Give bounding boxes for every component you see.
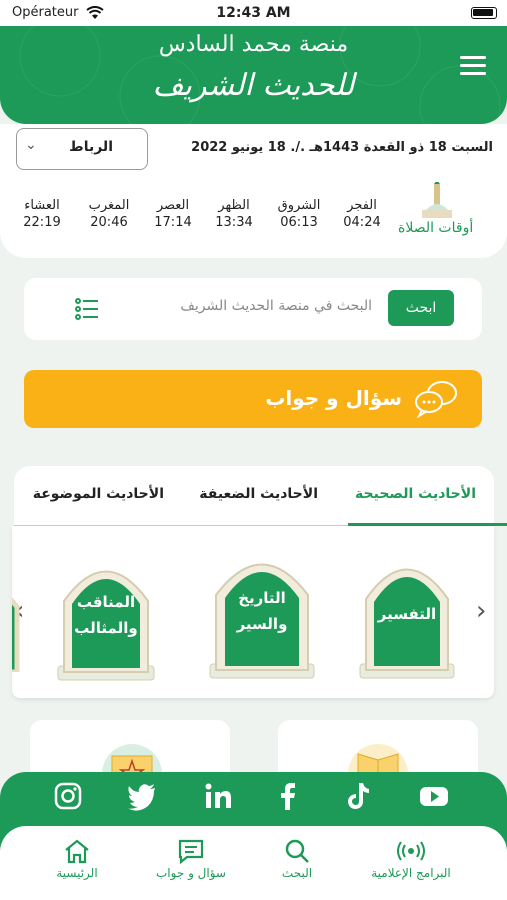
- facebook-icon[interactable]: [272, 780, 304, 812]
- bottom-nav: البرامج الإعلامية البحث سؤال و جواب الرئ…: [0, 826, 507, 900]
- prayer-time-value: 06:13: [280, 215, 318, 230]
- nav-label: البحث: [281, 866, 313, 880]
- prayer-name: العشاء: [24, 198, 60, 213]
- prayer-name: المغرب: [88, 198, 130, 213]
- prayer-times-card: ⌄ الرباط السبت 18 ذو القعدة 1443هـ ./. 1…: [0, 124, 507, 258]
- prayer-time-shuruq: الشروق 06:13: [269, 198, 329, 230]
- tab-fabricated[interactable]: الأحاديث الموضوعة: [33, 486, 164, 502]
- prayer-time-fajr: الفجر 04:24: [332, 198, 392, 230]
- youtube-icon[interactable]: [418, 780, 450, 812]
- category-label: والمثالب: [74, 619, 138, 637]
- list-icon[interactable]: [74, 296, 100, 322]
- nav-item-qa[interactable]: سؤال و جواب: [136, 838, 246, 880]
- date-label: السبت 18 ذو القعدة 1443هـ ./. 18 يونيو 2…: [191, 140, 493, 155]
- prayer-time-asr: العصر 17:14: [143, 198, 203, 230]
- search-input[interactable]: البحث في منصة الحديث الشريف: [180, 298, 372, 314]
- menu-icon: [460, 64, 486, 67]
- status-bar: Opérateur 12:43 AM: [0, 0, 507, 26]
- prayer-name: الظهر: [218, 198, 250, 213]
- nav-label: الرئيسية: [56, 866, 98, 880]
- menu-button[interactable]: [460, 56, 486, 76]
- qa-banner-label: سؤال و جواب: [265, 386, 402, 410]
- tab-authentic[interactable]: الأحاديث الصحيحة: [355, 486, 476, 502]
- instagram-icon[interactable]: [52, 780, 84, 812]
- nav-item-home[interactable]: الرئيسية: [22, 838, 132, 880]
- chevron-down-icon: ⌄: [25, 137, 37, 153]
- header-subtitle: منصة محمد السادس: [158, 32, 349, 57]
- category-card-history[interactable]: التاريخ والسير: [208, 540, 316, 684]
- category-carousel: ‹ › التفسير التاريخ والسير المناقب والمث…: [12, 526, 494, 698]
- category-label: والسير: [236, 615, 288, 633]
- status-time: 12:43 AM: [216, 5, 291, 21]
- home-icon: [65, 839, 89, 864]
- nav-item-search[interactable]: البحث: [242, 838, 352, 880]
- header-title: للحديث الشريف: [152, 68, 355, 103]
- category-card-tafsir[interactable]: التفسير: [358, 544, 456, 684]
- search-card: ابحث البحث في منصة الحديث الشريف: [24, 278, 482, 340]
- nav-label: سؤال و جواب: [156, 866, 226, 880]
- linkedin-icon[interactable]: [202, 780, 234, 812]
- prayer-time-value: 17:14: [154, 215, 192, 230]
- qa-banner[interactable]: سؤال و جواب: [24, 370, 482, 428]
- twitter-icon[interactable]: [126, 780, 158, 812]
- search-button[interactable]: ابحث: [388, 290, 454, 326]
- search-icon: [285, 839, 309, 863]
- battery-icon: [471, 7, 497, 19]
- tiktok-icon[interactable]: [342, 780, 374, 812]
- category-label: التفسير: [377, 605, 437, 623]
- hadith-tabs: الأحاديث الصحيحة الأحاديث الضعيفة الأحاد…: [14, 466, 507, 526]
- prayer-section-title: أوقات الصلاة: [398, 220, 474, 236]
- menu-icon: [460, 56, 486, 59]
- prayer-time-maghrib: المغرب 20:46: [79, 198, 139, 230]
- prayer-time-value: 13:34: [215, 215, 253, 230]
- menu-icon: [460, 72, 486, 75]
- nav-label: البرامج الإعلامية: [371, 866, 451, 880]
- city-value: الرباط: [69, 139, 113, 155]
- nav-item-media[interactable]: البرامج الإعلامية: [356, 838, 466, 880]
- category-card-virtues[interactable]: المناقب والمثالب: [56, 546, 156, 686]
- prayer-time-value: 04:24: [343, 215, 381, 230]
- prayer-time-isha: العشاء 22:19: [12, 198, 72, 230]
- city-select[interactable]: ⌄ الرباط: [16, 128, 148, 170]
- category-label: التاريخ: [238, 589, 286, 607]
- prayer-name: الشروق: [277, 198, 321, 213]
- chat-bubbles-icon: [415, 381, 457, 418]
- chevron-right-icon[interactable]: ›: [476, 596, 486, 626]
- prayer-time-dhuhr: الظهر 13:34: [204, 198, 264, 230]
- prayer-name: العصر: [156, 198, 190, 213]
- mosque-icon: [422, 182, 452, 218]
- prayer-name: الفجر: [347, 198, 377, 213]
- prayer-time-value: 20:46: [90, 215, 128, 230]
- category-label: المناقب: [76, 593, 136, 611]
- category-card-partial[interactable]: [12, 562, 22, 672]
- prayer-time-value: 22:19: [23, 215, 61, 230]
- app-header: منصة محمد السادس للحديث الشريف: [0, 26, 507, 124]
- tab-weak[interactable]: الأحاديث الضعيفة: [199, 486, 318, 502]
- broadcast-icon: [397, 841, 425, 861]
- message-icon: [178, 839, 204, 864]
